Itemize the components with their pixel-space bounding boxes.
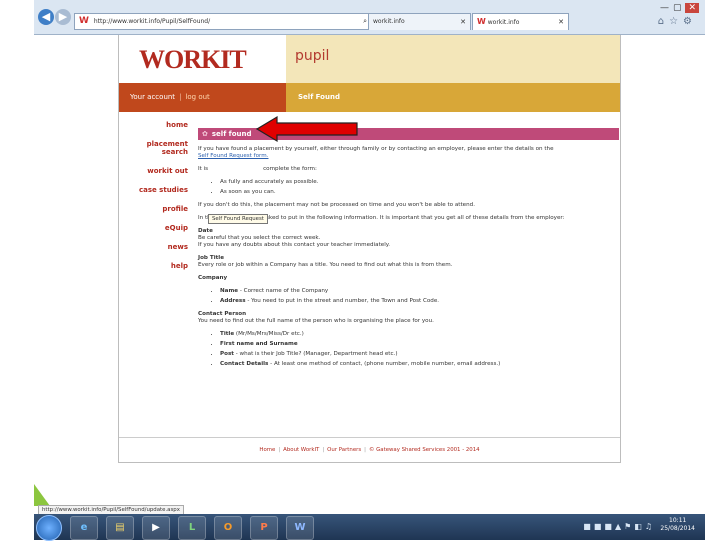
logout-link[interactable]: log out	[185, 93, 209, 101]
taskbar-media-icon[interactable]: ▶	[142, 516, 170, 540]
home-icon[interactable]: ⌂	[658, 16, 669, 27]
nav-strip: Your account | log out Self Found	[119, 83, 620, 112]
taskbar-word-icon[interactable]: W	[286, 516, 314, 540]
workit-logo[interactable]: WORKIT	[139, 45, 247, 75]
account-link[interactable]: Your account	[130, 93, 175, 101]
browser-chrome: ◀ ▶ W http://www.workit.info/Pupil/SelfF…	[34, 0, 705, 35]
close-tab-icon[interactable]: ✕	[460, 14, 466, 30]
tab-workit-2[interactable]: W workit.info ✕	[472, 13, 569, 30]
maximize-icon[interactable]: ▢	[673, 3, 686, 13]
back-button[interactable]: ◀	[38, 9, 54, 25]
tab-favicon-icon: W	[477, 17, 486, 26]
company-list: Name - Correct name of the Company Addre…	[198, 288, 619, 305]
tab-label: workit.info	[373, 18, 405, 25]
windows-taskbar: e ▤ ▶ L O P W ■■■▲⚑◧♫ 10:11 25/08/2014	[34, 514, 705, 541]
section-name: pupil	[295, 48, 330, 64]
close-icon[interactable]: ✕	[685, 3, 699, 13]
taskbar-explorer-icon[interactable]: ▤	[106, 516, 134, 540]
body-text: If you have found a placement by yoursel…	[198, 140, 619, 368]
tab-workit-1[interactable]: workit.info ✕	[368, 13, 471, 30]
taskbar-powerpoint-icon[interactable]: P	[250, 516, 278, 540]
page-viewport: WORKIT pupil Your account | log out Self F…	[34, 35, 705, 503]
list-item: As soon as you can.	[220, 189, 619, 196]
nav-workit-out[interactable]: workit out	[119, 167, 188, 175]
list-item: Address - You need to put in the street …	[220, 298, 619, 305]
annotation-arrow-icon	[255, 115, 358, 143]
complete-paragraph: It is complete the form:	[198, 166, 317, 172]
browser-toolbar-icons: ⌂☆⚙	[658, 16, 697, 27]
list-item: First name and Surname	[220, 341, 619, 348]
gear-icon[interactable]: ⚙	[683, 16, 697, 27]
favorites-star-icon[interactable]: ☆	[669, 16, 683, 27]
breadcrumb-current: Self Found	[298, 93, 340, 101]
date-section: Date Be careful that you select the corre…	[198, 228, 391, 248]
footer-copyright: © Gateway Shared Services 2001 - 2014	[369, 447, 480, 453]
warning-paragraph: If you don't do this, the placement may …	[198, 202, 475, 208]
nav-placement[interactable]: placement	[119, 140, 188, 148]
site-banner: WORKIT pupil	[119, 35, 620, 83]
address-bar[interactable]: W http://www.workit.info/Pupil/SelfFound…	[74, 13, 402, 30]
main-content: ✿ self found If you have found a placemen…	[198, 128, 619, 374]
nav-profile[interactable]: profile	[119, 205, 188, 213]
link-tooltip: Self Found Request	[208, 214, 268, 224]
nav-help[interactable]: help	[119, 262, 188, 270]
account-bar: Your account | log out	[119, 83, 286, 112]
section-banner: pupil	[286, 35, 620, 83]
window-controls[interactable]: —▢ ✕	[660, 3, 699, 13]
list-item: As fully and accurately as possible.	[220, 179, 619, 186]
taskbar-clock[interactable]: 10:11 25/08/2014	[660, 517, 695, 533]
footer-link-home[interactable]: Home	[259, 447, 275, 453]
company-heading: Company	[198, 275, 228, 281]
footer-link-about[interactable]: About WorkIT	[283, 447, 319, 453]
start-button[interactable]	[36, 515, 62, 541]
complete-list: As fully and accurately as possible. As …	[198, 179, 619, 196]
nav-case-studies[interactable]: case studies	[119, 186, 188, 194]
nav-news[interactable]: news	[119, 243, 188, 251]
bullet-icon: ✿	[202, 130, 208, 138]
intro-paragraph: If you have found a placement by yoursel…	[198, 146, 554, 159]
contact-list: Title (Mr/Ms/Mrs/Miss/Dr etc.) First nam…	[198, 331, 619, 368]
forward-button[interactable]: ▶	[55, 9, 71, 25]
list-item: Contact Details - At least one method of…	[220, 361, 619, 368]
taskbar-lync-icon[interactable]: L	[178, 516, 206, 540]
nav-equip[interactable]: eQuip	[119, 224, 188, 232]
workit-site: WORKIT pupil Your account | log out Self F…	[118, 35, 621, 463]
footer-link-partners[interactable]: Our Partners	[327, 447, 361, 453]
system-tray-icons[interactable]: ■■■▲⚑◧♫	[583, 522, 655, 531]
list-item: Name - Correct name of the Company	[220, 288, 619, 295]
taskbar-ie-icon[interactable]: e	[70, 516, 98, 540]
nav-home[interactable]: home	[119, 121, 188, 129]
list-item: Title (Mr/Ms/Mrs/Miss/Dr etc.)	[220, 331, 619, 338]
clock-time: 10:11	[669, 517, 687, 524]
side-navigation: home placement search workit out case st…	[119, 121, 188, 281]
taskbar-outlook-icon[interactable]: O	[214, 516, 242, 540]
job-section: Job Title Every role or job within a Comp…	[198, 255, 453, 268]
site-favicon-icon: W	[79, 16, 89, 26]
address-url: http://www.workit.info/Pupil/SelfFound/	[93, 18, 211, 25]
self-found-request-link[interactable]: Self Found Request form.	[198, 153, 268, 159]
close-tab-icon[interactable]: ✕	[558, 14, 564, 30]
desktop-corner-decoration	[34, 484, 50, 506]
contact-section: Contact Person You need to find out the f…	[198, 311, 434, 324]
tab-label: workit.info	[487, 19, 520, 26]
clock-date: 25/08/2014	[660, 525, 695, 532]
breadcrumb: Self Found	[286, 83, 620, 112]
nav-search[interactable]: search	[119, 148, 188, 156]
minimize-icon[interactable]: —	[660, 3, 673, 13]
site-footer: Home | About WorkIT | Our Partners | © Gateway…	[119, 437, 620, 463]
list-item: Post - what is their Job Title? (Manager…	[220, 351, 619, 358]
